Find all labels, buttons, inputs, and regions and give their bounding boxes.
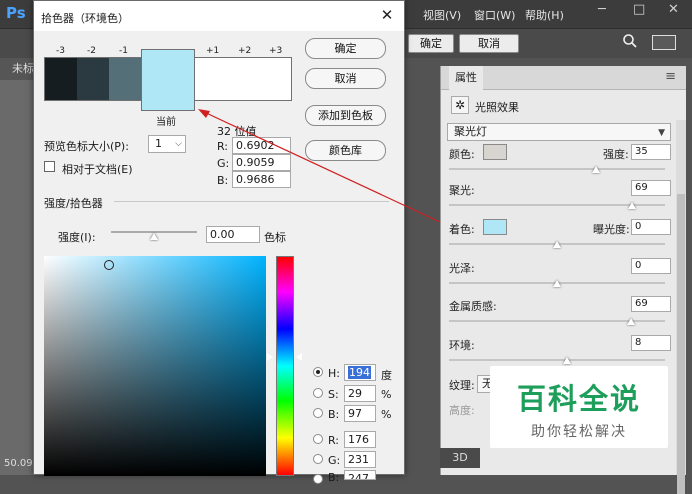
annotation-arrow [198,109,441,223]
b-rgb-radio[interactable] [313,474,323,484]
